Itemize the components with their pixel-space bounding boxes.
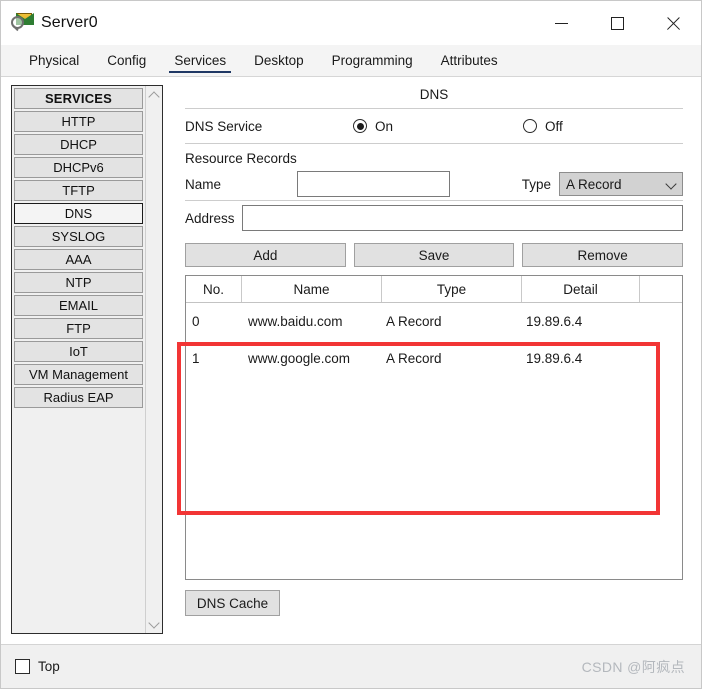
type-select-value: A Record xyxy=(566,176,622,192)
address-label: Address xyxy=(185,210,235,226)
record-action-buttons: Add Save Remove xyxy=(185,243,684,267)
column-header-no: No. xyxy=(186,276,242,302)
tab-programming[interactable]: Programming xyxy=(318,45,427,76)
name-row: Name Type A Record xyxy=(185,168,683,200)
type-select[interactable]: A Record xyxy=(559,172,683,196)
radio-off-icon xyxy=(523,119,538,133)
cell-name: www.baidu.com xyxy=(248,314,343,329)
table-row[interactable]: 0 www.baidu.com A Record 19.89.6.4 xyxy=(186,303,682,340)
column-header-detail: Detail xyxy=(522,276,640,302)
sidebar-item-dhcpv6[interactable]: DHCPv6 xyxy=(14,157,143,178)
window-controls xyxy=(533,1,701,45)
close-icon xyxy=(666,16,681,31)
cell-detail: 19.89.6.4 xyxy=(526,351,583,366)
tab-desktop[interactable]: Desktop xyxy=(240,45,318,76)
window-title: Server0 xyxy=(41,14,98,31)
sidebar-item-syslog[interactable]: SYSLOG xyxy=(14,226,143,247)
sidebar-item-radius-eap[interactable]: Radius EAP xyxy=(14,387,143,408)
cell-name: www.google.com xyxy=(248,351,351,366)
address-input[interactable] xyxy=(242,205,683,231)
cell-type: A Record xyxy=(386,314,442,329)
radio-on-label: On xyxy=(375,118,394,134)
address-row: Address xyxy=(185,201,683,235)
sidebar-item-dhcp[interactable]: DHCP xyxy=(14,134,143,155)
sidebar-item-tftp[interactable]: TFTP xyxy=(14,180,143,201)
maximize-icon xyxy=(610,16,624,30)
dns-service-off-radio[interactable]: Off xyxy=(523,119,563,134)
window-body: SERVICES HTTP DHCP DHCPv6 TFTP DNS SYSLO… xyxy=(1,77,701,644)
window-titlebar: Server0 xyxy=(1,1,701,45)
sidebar-item-vm-management[interactable]: VM Management xyxy=(14,364,143,385)
column-header-name: Name xyxy=(242,276,382,302)
window-footer: Top CSDN @阿疯点 xyxy=(1,644,701,688)
sidebar-item-aaa[interactable]: AAA xyxy=(14,249,143,270)
cell-detail: 19.89.6.4 xyxy=(526,314,583,329)
column-header-extra xyxy=(640,276,682,302)
maximize-button[interactable] xyxy=(589,1,645,45)
remove-button[interactable]: Remove xyxy=(522,243,684,267)
column-header-type: Type xyxy=(382,276,522,302)
type-label: Type xyxy=(521,176,551,192)
server0-window: Server0 Physical Config Services Desktop… xyxy=(0,0,702,689)
cell-type: A Record xyxy=(386,351,442,366)
sidebar-item-email[interactable]: EMAIL xyxy=(14,295,143,316)
top-checkbox-label: Top xyxy=(38,659,60,674)
sidebar-item-ntp[interactable]: NTP xyxy=(14,272,143,293)
radio-off-label: Off xyxy=(545,118,563,134)
sidebar-scrollbar[interactable] xyxy=(145,86,162,633)
top-checkbox[interactable] xyxy=(15,659,30,674)
watermark-text: CSDN @阿疯点 xyxy=(581,658,685,675)
chevron-down-icon xyxy=(667,180,676,189)
services-list: SERVICES HTTP DHCP DHCPv6 TFTP DNS SYSLO… xyxy=(12,86,145,633)
sidebar-item-dns[interactable]: DNS xyxy=(14,203,143,224)
sidebar-header: SERVICES xyxy=(14,88,143,109)
tab-attributes[interactable]: Attributes xyxy=(427,45,512,76)
panel-title: DNS xyxy=(419,87,449,102)
add-button[interactable]: Add xyxy=(185,243,346,267)
table-row[interactable]: 1 www.google.com A Record 19.89.6.4 xyxy=(186,340,682,377)
sidebar-item-ftp[interactable]: FTP xyxy=(14,318,143,339)
dns-records-table[interactable]: No. Name Type Detail 0 www.baidu.com A R… xyxy=(185,275,683,580)
table-header-row: No. Name Type Detail xyxy=(186,276,682,303)
chevron-up-icon[interactable] xyxy=(148,89,161,102)
tab-config[interactable]: Config xyxy=(93,45,160,76)
dns-config-panel: DNS DNS Service On Off Resource Records … xyxy=(185,85,691,644)
radio-on-icon xyxy=(353,119,367,133)
minimize-icon xyxy=(554,22,568,24)
dns-service-row: DNS Service On Off xyxy=(185,109,683,143)
save-button[interactable]: Save xyxy=(353,243,515,267)
packet-tracer-icon xyxy=(11,12,34,34)
resource-records-label: Resource Records xyxy=(185,151,297,166)
name-input[interactable] xyxy=(297,171,450,197)
main-tabbar: Physical Config Services Desktop Program… xyxy=(1,45,701,77)
cell-no: 0 xyxy=(192,314,200,329)
dns-service-on-radio[interactable]: On xyxy=(353,119,393,134)
dns-service-label: DNS Service xyxy=(185,118,263,134)
sidebar-item-iot[interactable]: IoT xyxy=(14,341,143,362)
minimize-button[interactable] xyxy=(533,1,589,45)
cell-no: 1 xyxy=(192,351,200,366)
tab-services[interactable]: Services xyxy=(160,45,240,76)
sidebar-item-http[interactable]: HTTP xyxy=(14,111,143,132)
dns-cache-button[interactable]: DNS Cache xyxy=(185,590,280,616)
close-button[interactable] xyxy=(645,1,701,45)
chevron-down-icon[interactable] xyxy=(148,617,161,630)
services-sidebar: SERVICES HTTP DHCP DHCPv6 TFTP DNS SYSLO… xyxy=(11,85,163,634)
name-label: Name xyxy=(185,176,222,192)
tab-physical[interactable]: Physical xyxy=(15,45,93,76)
